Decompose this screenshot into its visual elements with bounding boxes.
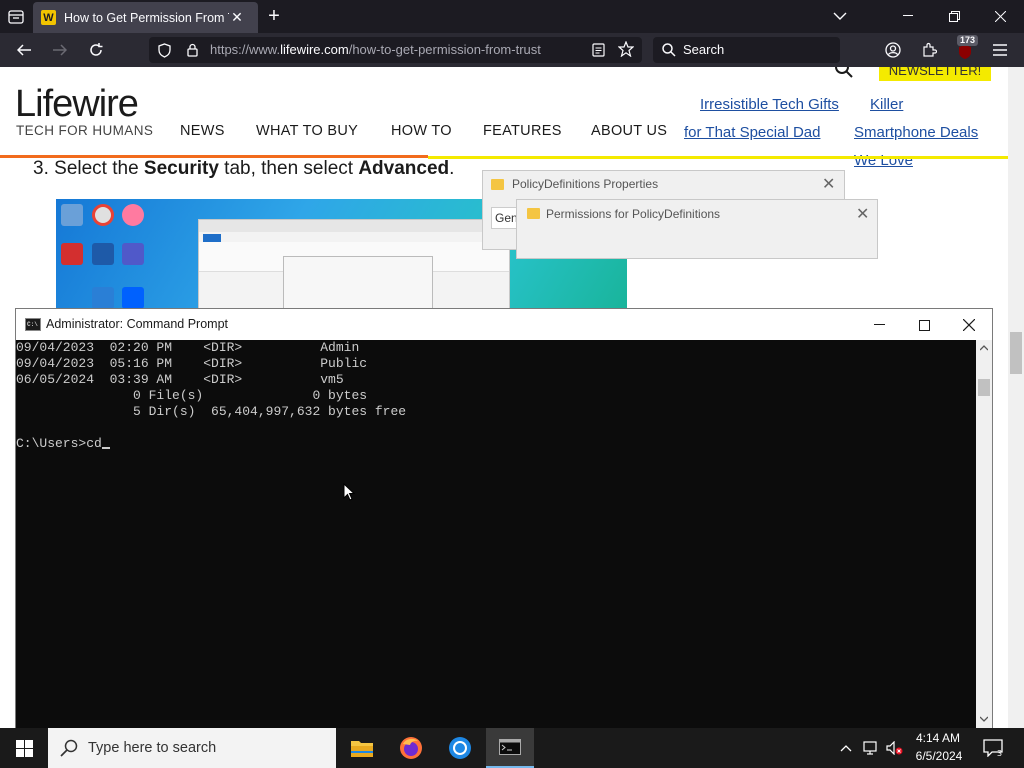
cmd-taskbar-icon[interactable] bbox=[486, 728, 534, 768]
network-icon[interactable] bbox=[862, 740, 880, 756]
screen: W How to Get Permission From Tr ✕ + http… bbox=[0, 0, 1024, 768]
nav-news[interactable]: NEWS bbox=[180, 123, 225, 139]
permissions-window: Permissions for PolicyDefinitions ✕ bbox=[516, 199, 878, 259]
url-text: https://www.lifewire.com/how-to-get-perm… bbox=[210, 42, 541, 57]
tab-title: How to Get Permission From Tr bbox=[64, 10, 229, 25]
account-icon[interactable] bbox=[883, 40, 903, 60]
reload-icon[interactable] bbox=[86, 40, 106, 60]
promo-link-line1[interactable]: Irresistible Tech Gifts bbox=[700, 96, 839, 113]
taskbar-clock-time[interactable]: 4:14 AM bbox=[912, 731, 964, 745]
article-step-text: 3. Select the Security tab, then select … bbox=[33, 158, 455, 179]
back-arrow-icon[interactable] bbox=[14, 40, 34, 60]
window-minimize-icon[interactable] bbox=[898, 6, 918, 26]
windows-start-icon[interactable] bbox=[0, 728, 48, 768]
header-accent-yellow bbox=[428, 156, 1008, 159]
site-search-icon[interactable] bbox=[833, 67, 855, 81]
search-placeholder: Search bbox=[683, 42, 725, 57]
forward-arrow-icon[interactable] bbox=[50, 40, 70, 60]
taskbar: Type here to search 4:14 AM 6/5/2024 3 bbox=[0, 728, 1024, 768]
window-close-icon[interactable] bbox=[990, 6, 1010, 26]
browser-tab-bar: W How to Get Permission From Tr ✕ + bbox=[0, 0, 1024, 33]
cmd-scrollbar-thumb[interactable] bbox=[978, 379, 990, 396]
chrome-taskbar-icon[interactable] bbox=[436, 728, 484, 768]
chevron-down-icon[interactable] bbox=[830, 7, 850, 25]
shield-icon[interactable] bbox=[155, 41, 173, 59]
volume-muted-icon[interactable] bbox=[885, 740, 905, 756]
lock-icon[interactable] bbox=[183, 41, 201, 59]
tab-list-icon[interactable] bbox=[6, 8, 26, 26]
lifewire-logo[interactable]: Lifewire bbox=[15, 83, 139, 126]
console-line: 09/04/2023 05:16 PM <DIR> Public bbox=[16, 356, 368, 371]
site-tagline: TECH FOR HUMANS bbox=[16, 123, 154, 138]
firefox-taskbar-icon[interactable] bbox=[387, 728, 435, 768]
lifewire-favicon-icon: W bbox=[41, 10, 56, 25]
folder-icon bbox=[491, 179, 504, 190]
teams-desktop-icon bbox=[122, 243, 144, 265]
bookmark-star-icon[interactable] bbox=[617, 40, 635, 58]
lollipop-desktop-icon bbox=[122, 204, 144, 226]
page-scrollbar-thumb[interactable] bbox=[1010, 332, 1022, 374]
console-output[interactable]: 09/04/2023 02:20 PM <DIR> Admin 09/04/20… bbox=[16, 340, 976, 728]
properties-window-title: PolicyDefinitions Properties bbox=[512, 177, 659, 191]
hamburger-menu-icon[interactable] bbox=[990, 40, 1010, 60]
promo-link-line2[interactable]: for That Special Dad bbox=[684, 124, 820, 141]
command-prompt-window[interactable]: C:\ Administrator: Command Prompt 09/04/… bbox=[15, 308, 993, 728]
show-hidden-icons-chevron-icon[interactable] bbox=[838, 740, 854, 756]
cmd-window-title: Administrator: Command Prompt bbox=[46, 317, 229, 331]
permissions-window-title: Permissions for PolicyDefinitions bbox=[546, 207, 721, 221]
text-cursor bbox=[101, 447, 110, 449]
nav-about-us[interactable]: ABOUT US bbox=[591, 123, 667, 139]
extensions-puzzle-icon[interactable] bbox=[919, 40, 939, 60]
cmd-app-icon: C:\ bbox=[25, 318, 41, 331]
nav-how-to[interactable]: HOW TO bbox=[391, 123, 452, 139]
new-tab-icon[interactable]: + bbox=[264, 5, 284, 27]
promo-link2-line1[interactable]: Killer bbox=[870, 96, 903, 113]
file-explorer-thumbnail bbox=[198, 219, 510, 314]
tab-close-icon[interactable]: ✕ bbox=[229, 9, 245, 26]
taskbar-search-box[interactable]: Type here to search bbox=[48, 728, 336, 768]
scroll-up-icon[interactable] bbox=[980, 345, 988, 351]
nav-features[interactable]: FEATURES bbox=[483, 123, 562, 139]
cmd-scrollbar[interactable] bbox=[976, 340, 992, 728]
search-icon bbox=[60, 739, 78, 757]
console-prompt-line[interactable]: C:\Users>cd bbox=[16, 436, 110, 452]
window-restore-icon[interactable] bbox=[944, 6, 964, 26]
url-bar[interactable]: https://www.lifewire.com/how-to-get-perm… bbox=[149, 37, 642, 63]
console-line: 0 File(s) 0 bytes bbox=[16, 388, 368, 403]
scroll-down-icon[interactable] bbox=[980, 716, 988, 722]
dropbox-desktop-icon bbox=[122, 287, 144, 309]
file-explorer-taskbar-icon[interactable] bbox=[338, 728, 386, 768]
newsletter-button[interactable]: NEWSLETTER! bbox=[879, 67, 991, 81]
taskbar-search-placeholder: Type here to search bbox=[88, 740, 217, 756]
console-line: 09/04/2023 02:20 PM <DIR> Admin bbox=[16, 340, 360, 355]
promo-link2-line3[interactable]: We Love bbox=[854, 152, 913, 169]
reader-view-icon[interactable] bbox=[589, 41, 607, 59]
close-icon: ✕ bbox=[856, 206, 870, 223]
search-bar[interactable]: Search bbox=[653, 37, 840, 63]
chrome-desktop-icon bbox=[92, 204, 114, 226]
recycle-bin-icon bbox=[61, 204, 83, 226]
cmd-minimize-button[interactable] bbox=[857, 313, 901, 337]
mouse-pointer-icon bbox=[343, 483, 355, 501]
taskbar-clock-date[interactable]: 6/5/2024 bbox=[910, 749, 968, 763]
console-line: 5 Dir(s) 65,404,997,632 bytes free bbox=[16, 404, 407, 419]
nav-what-to-buy[interactable]: WHAT TO BUY bbox=[256, 123, 358, 139]
console-line: 06/05/2024 03:39 AM <DIR> vm5 bbox=[16, 372, 344, 387]
hp-desktop-icon bbox=[92, 243, 114, 265]
cmd-titlebar[interactable]: C:\ Administrator: Command Prompt bbox=[16, 309, 992, 340]
page-scrollbar[interactable] bbox=[1008, 67, 1024, 728]
promo-link2-line2[interactable]: Smartphone Deals bbox=[854, 124, 978, 141]
notification-center-icon[interactable]: 3 bbox=[982, 738, 1004, 758]
desktop-icon-6 bbox=[92, 287, 114, 309]
svg-text:3: 3 bbox=[997, 749, 1002, 757]
close-icon: ✕ bbox=[822, 176, 836, 193]
notification-count-badge: 173 bbox=[957, 35, 979, 46]
cmd-maximize-button[interactable] bbox=[902, 313, 946, 337]
tab-active[interactable]: W How to Get Permission From Tr ✕ bbox=[33, 2, 258, 33]
folder-icon bbox=[527, 208, 540, 219]
cmd-close-button[interactable] bbox=[947, 313, 991, 337]
acrobat-desktop-icon bbox=[61, 243, 83, 265]
search-icon bbox=[661, 42, 677, 58]
